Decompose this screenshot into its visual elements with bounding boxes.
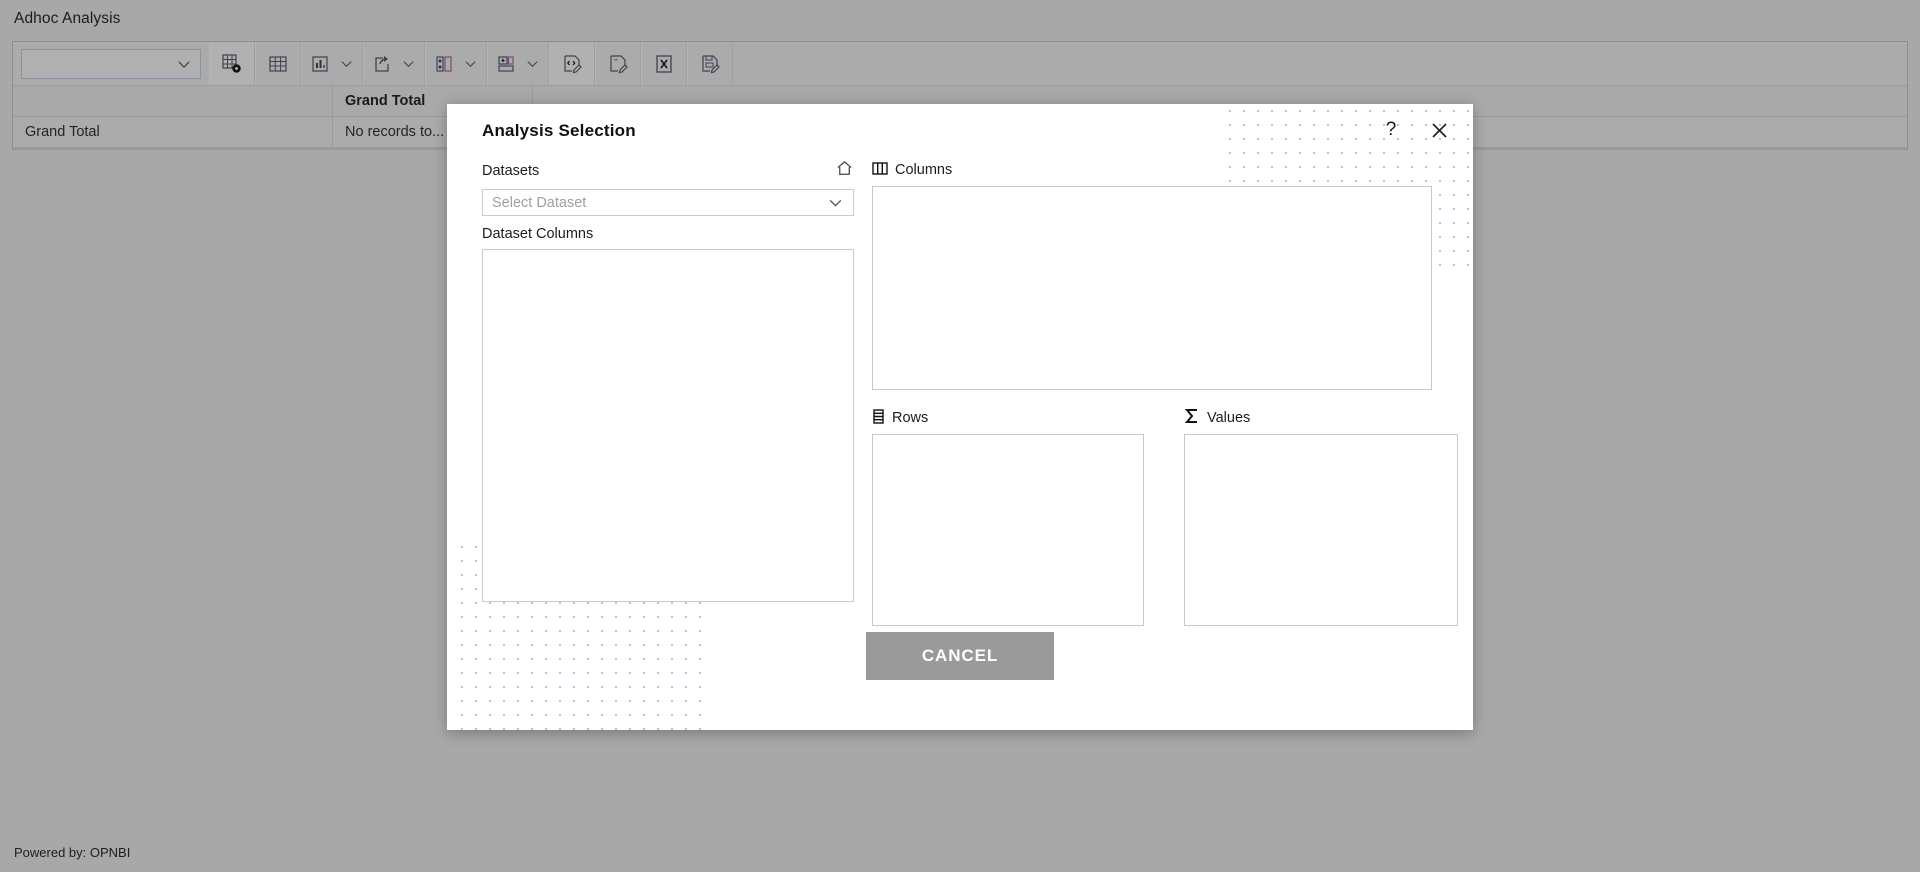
rows-drop-zone[interactable] <box>872 434 1144 626</box>
analysis-selection-dialog: Analysis Selection ? Datasets Select Dat… <box>447 104 1473 730</box>
dataset-columns-list[interactable] <box>482 249 854 602</box>
dialog-footer-buttons: CANCEL <box>447 632 1473 680</box>
rows-glyph <box>873 408 884 424</box>
sigma-icon <box>1184 408 1200 428</box>
dialog-action-icons: ? <box>1379 118 1451 142</box>
rows-label-row: Rows <box>872 408 1144 428</box>
columns-drop-zone[interactable] <box>872 186 1432 390</box>
columns-label-row: Columns <box>872 160 1438 180</box>
pivot-config-column: Columns Rows Values <box>872 160 1458 626</box>
dataset-select-placeholder: Select Dataset <box>492 194 587 211</box>
values-section: Values <box>1184 408 1458 626</box>
values-label-row: Values <box>1184 408 1458 428</box>
columns-glyph <box>872 161 888 175</box>
powered-by-label: Powered by: OPNBI <box>14 845 131 860</box>
home-icon[interactable] <box>835 159 854 183</box>
close-icon[interactable] <box>1427 118 1451 142</box>
dataset-select[interactable]: Select Dataset <box>482 189 854 216</box>
rows-icon <box>872 408 885 428</box>
sigma-glyph <box>1184 409 1197 423</box>
dialog-title: Analysis Selection <box>482 121 636 140</box>
datasets-label: Datasets <box>482 163 540 179</box>
datasets-label-row: Datasets <box>482 160 854 182</box>
cancel-button[interactable]: CANCEL <box>866 632 1054 680</box>
home-glyph <box>837 161 852 175</box>
rows-values-row: Rows Values <box>872 408 1458 626</box>
columns-label: Columns <box>895 162 953 178</box>
values-label: Values <box>1207 410 1251 426</box>
datasets-column: Datasets Select Dataset Dataset Columns <box>482 160 854 602</box>
rows-label: Rows <box>892 410 929 426</box>
chevron-down-icon <box>829 199 842 207</box>
close-x-glyph <box>1431 122 1447 138</box>
dataset-columns-label: Dataset Columns <box>482 226 594 242</box>
dialog-body: Datasets Select Dataset Dataset Columns <box>447 160 1473 730</box>
columns-icon <box>872 161 888 180</box>
help-icon[interactable]: ? <box>1379 118 1403 142</box>
values-drop-zone[interactable] <box>1184 434 1458 626</box>
rows-section: Rows <box>872 408 1144 626</box>
